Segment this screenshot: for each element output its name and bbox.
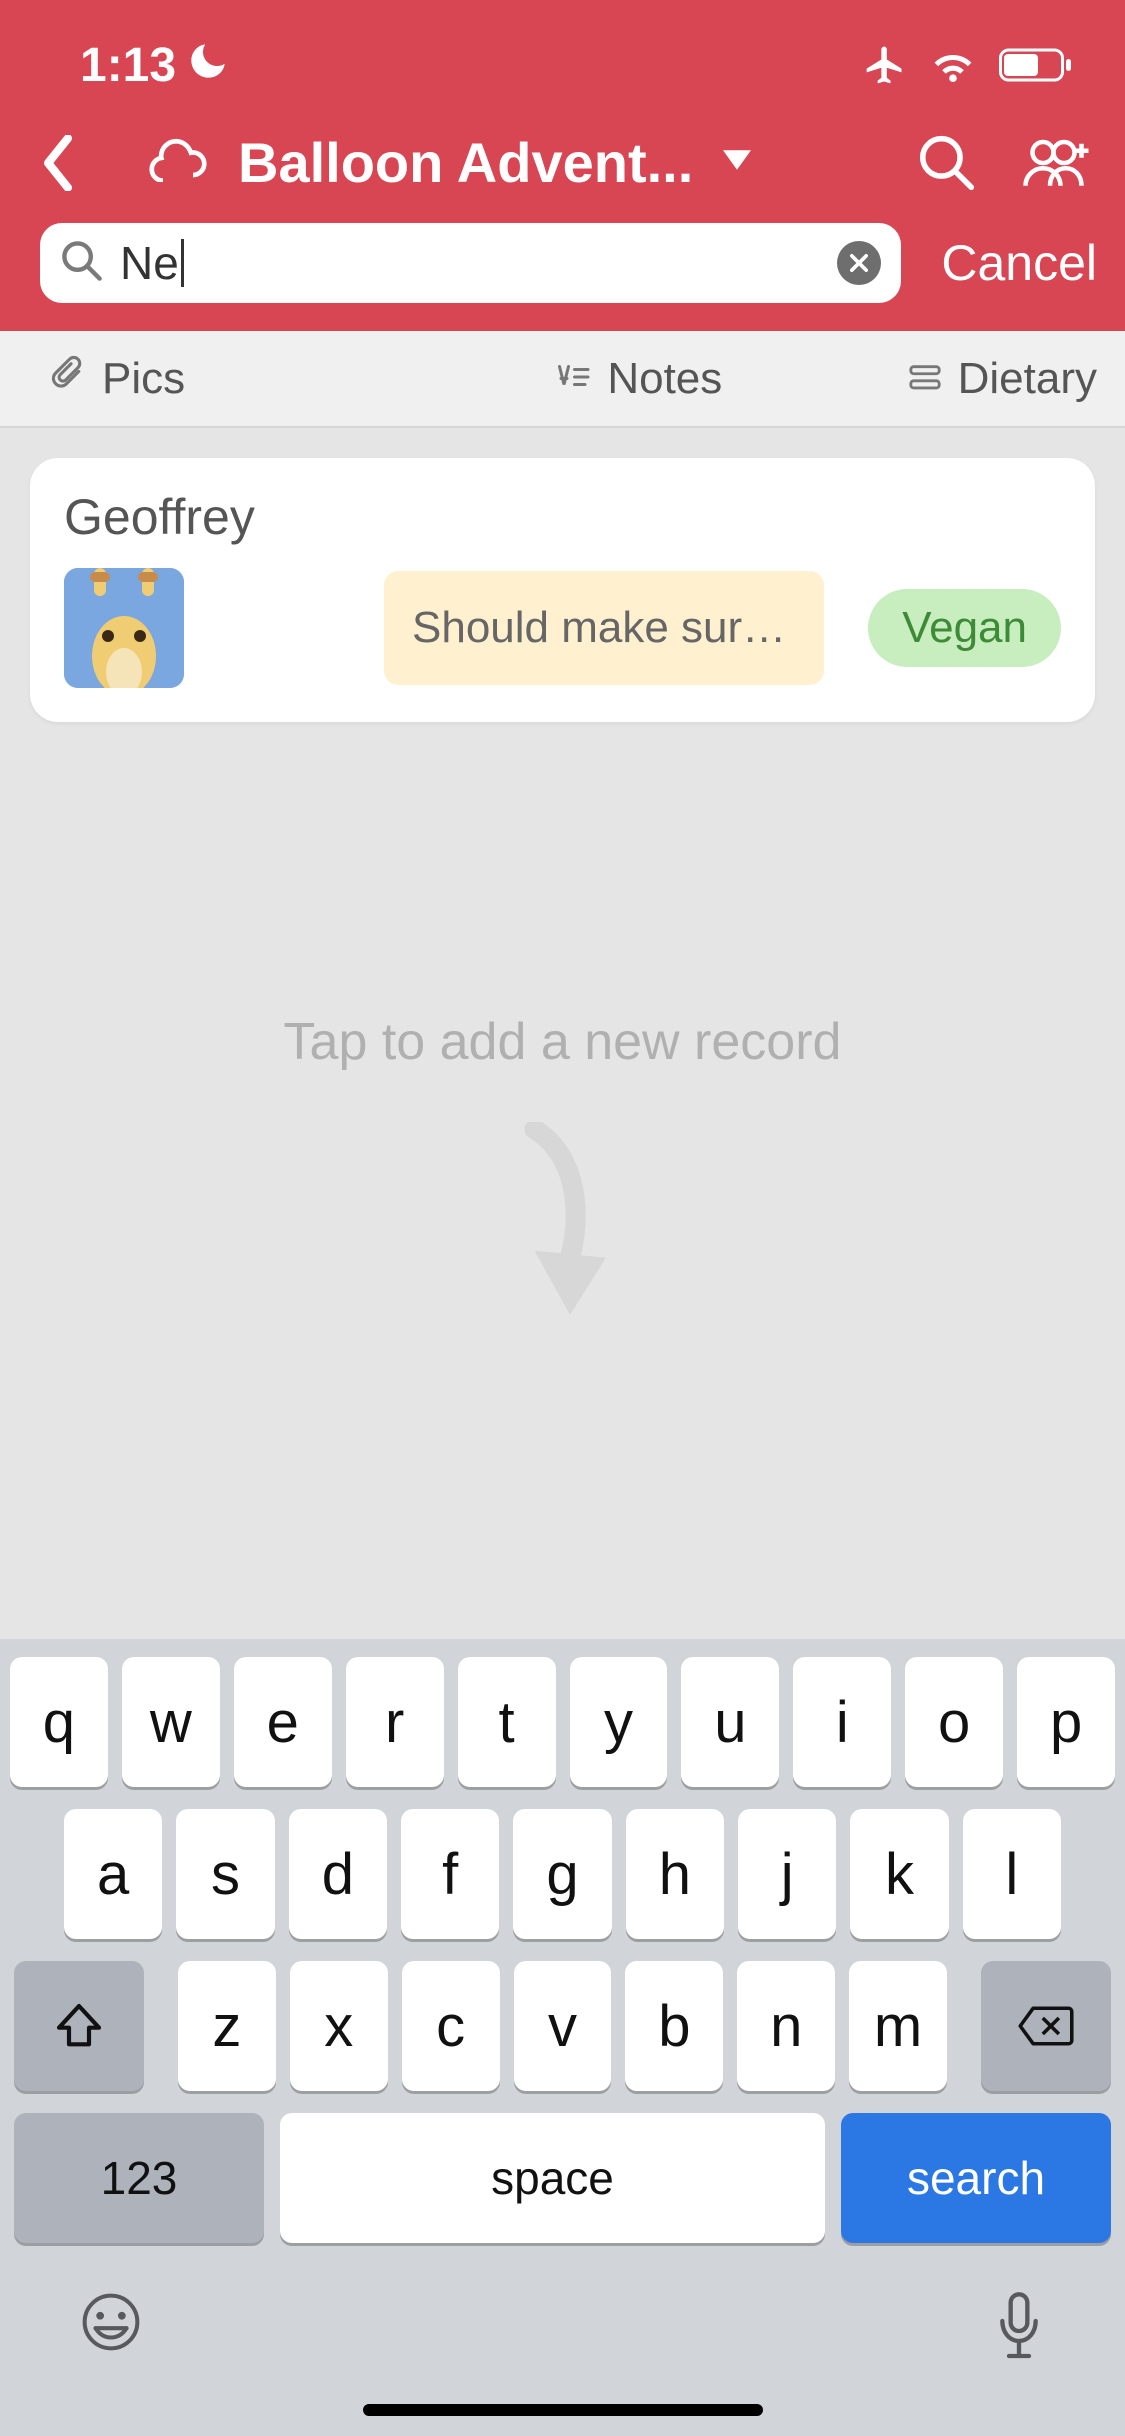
numbers-key[interactable]: 123 — [14, 2113, 264, 2243]
back-button[interactable] — [28, 135, 88, 191]
status-time: 1:13 — [80, 38, 176, 93]
key-x[interactable]: x — [290, 1961, 388, 2091]
base-title-dropdown[interactable]: Balloon Advent... — [128, 130, 877, 195]
base-title: Balloon Advent... — [238, 130, 693, 195]
empty-state[interactable]: Tap to add a new record — [0, 722, 1125, 1322]
key-e[interactable]: e — [234, 1657, 332, 1787]
key-w[interactable]: w — [122, 1657, 220, 1787]
key-b[interactable]: b — [625, 1961, 723, 2091]
text-icon — [555, 354, 591, 404]
cloud-icon — [148, 138, 208, 187]
empty-state-hint: Tap to add a new record — [0, 1012, 1125, 1072]
search-box[interactable]: Ne — [40, 223, 901, 303]
key-o[interactable]: o — [905, 1657, 1003, 1787]
column-notes-label: Notes — [607, 354, 722, 404]
key-k[interactable]: k — [850, 1809, 948, 1939]
chevron-down-icon — [723, 150, 751, 175]
emoji-key[interactable] — [80, 2291, 142, 2366]
key-n[interactable]: n — [737, 1961, 835, 2091]
key-v[interactable]: v — [514, 1961, 612, 2091]
key-s[interactable]: s — [176, 1809, 274, 1939]
wifi-icon — [929, 45, 977, 85]
search-button[interactable] — [917, 135, 977, 191]
keyboard: qwertyuiop asdfghjkl zxcvbnm 123 space s… — [0, 1639, 1125, 2436]
record-name: Geoffrey — [64, 488, 1061, 546]
search-input[interactable]: Ne — [120, 236, 179, 290]
text-caret — [181, 239, 184, 287]
dnd-moon-icon — [188, 38, 228, 93]
column-pics[interactable]: Pics — [50, 353, 370, 404]
attachment-icon — [50, 353, 86, 404]
key-z[interactable]: z — [178, 1961, 276, 2091]
shift-key[interactable] — [14, 1961, 144, 2091]
search-key[interactable]: search — [841, 2113, 1111, 2243]
record-note[interactable]: Should make sure t... — [384, 571, 824, 685]
key-q[interactable]: q — [10, 1657, 108, 1787]
space-key[interactable]: space — [280, 2113, 825, 2243]
key-j[interactable]: j — [738, 1809, 836, 1939]
record-thumbnail[interactable] — [64, 568, 184, 688]
record-card[interactable]: Geoffrey Should make sure t... Vegan — [30, 458, 1095, 722]
key-g[interactable]: g — [513, 1809, 611, 1939]
key-m[interactable]: m — [849, 1961, 947, 2091]
arrow-down-icon — [488, 1122, 638, 1322]
key-t[interactable]: t — [458, 1657, 556, 1787]
key-a[interactable]: a — [64, 1809, 162, 1939]
home-indicator[interactable] — [363, 2404, 763, 2416]
cancel-button[interactable]: Cancel — [941, 234, 1097, 292]
column-header-row: Pics Notes Dietary — [0, 331, 1125, 428]
key-f[interactable]: f — [401, 1809, 499, 1939]
key-h[interactable]: h — [626, 1809, 724, 1939]
key-p[interactable]: p — [1017, 1657, 1115, 1787]
share-users-button[interactable] — [1017, 136, 1097, 190]
key-c[interactable]: c — [402, 1961, 500, 2091]
dictation-key[interactable] — [993, 2291, 1045, 2366]
key-d[interactable]: d — [289, 1809, 387, 1939]
record-dietary-chip[interactable]: Vegan — [868, 589, 1061, 667]
airplane-mode-icon — [863, 43, 907, 87]
list-icon — [908, 354, 942, 404]
status-bar: 1:13 — [0, 0, 1125, 110]
column-dietary[interactable]: Dietary — [908, 354, 1097, 404]
key-r[interactable]: r — [346, 1657, 444, 1787]
delete-key[interactable] — [981, 1961, 1111, 2091]
battery-icon — [999, 47, 1075, 83]
search-icon — [60, 239, 104, 288]
clear-search-button[interactable] — [837, 241, 881, 285]
key-u[interactable]: u — [681, 1657, 779, 1787]
key-y[interactable]: y — [570, 1657, 668, 1787]
column-dietary-label: Dietary — [958, 354, 1097, 404]
key-i[interactable]: i — [793, 1657, 891, 1787]
column-notes[interactable]: Notes — [430, 354, 848, 404]
key-l[interactable]: l — [963, 1809, 1061, 1939]
column-pics-label: Pics — [102, 354, 185, 404]
